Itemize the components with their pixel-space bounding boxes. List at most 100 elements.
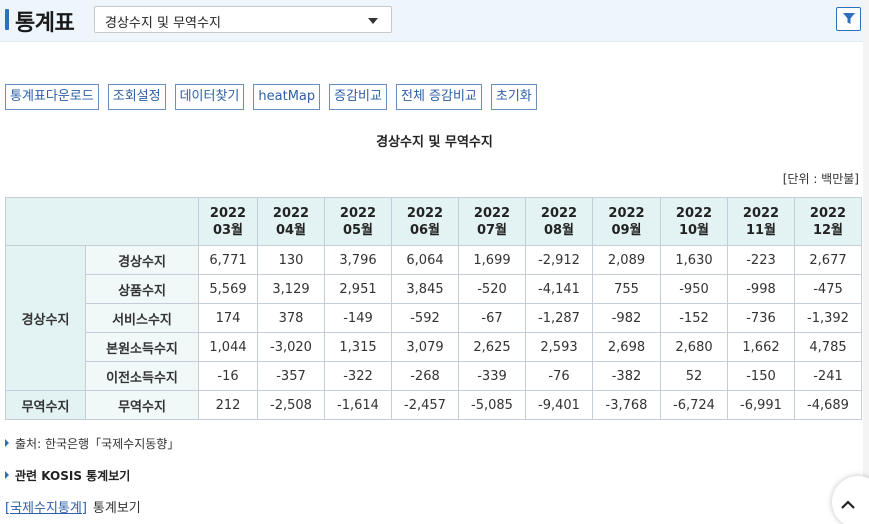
data-cell: -16 bbox=[198, 361, 258, 391]
data-cell: 6,064 bbox=[391, 245, 459, 275]
data-cell: 1,044 bbox=[198, 332, 258, 362]
data-cell: -1,614 bbox=[324, 390, 392, 420]
row-label: 경상수지 bbox=[85, 245, 199, 275]
data-cell: 378 bbox=[257, 303, 325, 333]
table-row: 본원소득수지 1,044 -3,020 1,315 3,079 2,625 2,… bbox=[6, 332, 862, 362]
column-header: 2022 11월 bbox=[727, 197, 795, 246]
data-cell: 2,951 bbox=[324, 274, 392, 304]
row-label: 이전소득수지 bbox=[85, 361, 199, 391]
data-cell: 2,625 bbox=[458, 332, 526, 362]
toolbar: 통계표다운로드 조회설정 데이터찾기 heatMap 증감비교 전체 증감비교 … bbox=[5, 84, 546, 110]
table-row: 서비스수지 174 378 -149 -592 -67 -1,287 -982 … bbox=[6, 303, 862, 333]
column-header: 2022 10월 bbox=[660, 197, 728, 246]
title-accent-bar bbox=[5, 9, 9, 30]
column-header: 2022 08월 bbox=[525, 197, 593, 246]
table-row: 이전소득수지 -16 -357 -322 -268 -339 -76 -382 … bbox=[6, 361, 862, 391]
statistics-table: 2022 03월 2022 04월 2022 05월 2022 06월 2022 07월 … bbox=[5, 197, 862, 420]
data-cell: 4,785 bbox=[794, 332, 862, 362]
compare-change-button[interactable]: 증감비교 bbox=[329, 84, 387, 110]
data-cell: 3,845 bbox=[391, 274, 459, 304]
data-cell: -3,020 bbox=[257, 332, 325, 362]
find-data-button[interactable]: 데이터찾기 bbox=[174, 84, 245, 110]
header-row: 2022 03월 2022 04월 2022 05월 2022 06월 2022 07월 … bbox=[5, 197, 862, 246]
data-cell: -6,724 bbox=[660, 390, 728, 420]
filter-button[interactable] bbox=[836, 7, 861, 31]
column-header: 2022 06월 bbox=[391, 197, 459, 246]
table-title: 경상수지 및 무역수지 bbox=[376, 135, 493, 150]
page-title: 통계표 bbox=[15, 11, 75, 36]
row-label: 무역수지 bbox=[85, 390, 199, 420]
page-header: 통계표 경상수지 및 무역수지 bbox=[0, 0, 869, 42]
data-cell: -6,991 bbox=[727, 390, 795, 420]
column-header: 2022 12월 bbox=[794, 197, 862, 246]
column-header: 2022 03월 bbox=[198, 197, 258, 246]
data-cell: -2,457 bbox=[391, 390, 459, 420]
data-cell: -520 bbox=[458, 274, 526, 304]
data-cell: -223 bbox=[727, 245, 795, 275]
table-row: 무역수지 무역수지 212 -2,508 -1,614 -2,457 -5,08… bbox=[5, 390, 862, 420]
data-cell: -950 bbox=[660, 274, 728, 304]
data-cell: -150 bbox=[727, 361, 795, 391]
data-cell: 1,699 bbox=[458, 245, 526, 275]
data-cell: -152 bbox=[660, 303, 728, 333]
chevron-down-icon bbox=[368, 18, 378, 24]
data-cell: 755 bbox=[592, 274, 661, 304]
chevron-up-icon bbox=[841, 500, 855, 509]
data-cell: -5,085 bbox=[458, 390, 526, 420]
column-header: 2022 09월 bbox=[592, 197, 661, 246]
data-cell: -982 bbox=[592, 303, 661, 333]
group-label: 경상수지 bbox=[5, 245, 86, 391]
related-stats-entry: [국제수지통계] 통계보기 bbox=[5, 497, 141, 516]
table-select-dropdown[interactable]: 경상수지 및 무역수지 bbox=[94, 6, 392, 33]
scroll-top-button[interactable] bbox=[832, 476, 869, 524]
data-cell: -67 bbox=[458, 303, 526, 333]
related-stats-link[interactable]: [국제수지통계] bbox=[5, 501, 87, 516]
data-cell: 1,662 bbox=[727, 332, 795, 362]
row-label: 서비스수지 bbox=[85, 303, 199, 333]
data-cell: -475 bbox=[794, 274, 862, 304]
data-cell: -3,768 bbox=[592, 390, 661, 420]
data-cell: 2,089 bbox=[592, 245, 661, 275]
data-cell: 5,569 bbox=[198, 274, 258, 304]
data-cell: -4,141 bbox=[525, 274, 593, 304]
scrollbar-track[interactable] bbox=[863, 0, 869, 524]
data-cell: 6,771 bbox=[198, 245, 258, 275]
data-cell: -4,689 bbox=[794, 390, 862, 420]
data-cell: -736 bbox=[727, 303, 795, 333]
column-header: 2022 04월 bbox=[257, 197, 325, 246]
data-cell: 3,796 bbox=[324, 245, 392, 275]
reset-button[interactable]: 초기화 bbox=[490, 84, 537, 110]
data-cell: -339 bbox=[458, 361, 526, 391]
table-row: 경상수지 경상수지 6,771 130 3,796 6,064 1,699 -2… bbox=[5, 245, 862, 391]
data-cell: -592 bbox=[391, 303, 459, 333]
header-corner bbox=[5, 197, 199, 246]
data-cell: 3,129 bbox=[257, 274, 325, 304]
compare-all-change-button[interactable]: 전체 증감비교 bbox=[395, 84, 482, 110]
data-cell: 3,079 bbox=[391, 332, 459, 362]
data-cell: -149 bbox=[324, 303, 392, 333]
data-cell: 2,698 bbox=[592, 332, 661, 362]
bullet-arrow-icon bbox=[5, 439, 9, 447]
data-cell: -2,508 bbox=[257, 390, 325, 420]
data-cell: 1,315 bbox=[324, 332, 392, 362]
heatmap-button[interactable]: heatMap bbox=[253, 84, 321, 110]
data-cell: 2,593 bbox=[525, 332, 593, 362]
data-cell: 2,680 bbox=[660, 332, 728, 362]
data-cell: -9,401 bbox=[525, 390, 593, 420]
row-label: 본원소득수지 bbox=[85, 332, 199, 362]
column-header: 2022 05월 bbox=[324, 197, 392, 246]
data-cell: -2,912 bbox=[525, 245, 593, 275]
data-cell: -268 bbox=[391, 361, 459, 391]
data-cell: -1,392 bbox=[794, 303, 862, 333]
data-cell: 52 bbox=[660, 361, 728, 391]
data-cell: 2,677 bbox=[794, 245, 862, 275]
query-settings-button[interactable]: 조회설정 bbox=[107, 84, 166, 110]
filter-icon bbox=[843, 13, 855, 24]
data-cell: -322 bbox=[324, 361, 392, 391]
download-table-button[interactable]: 통계표다운로드 bbox=[5, 84, 99, 110]
data-cell: -357 bbox=[257, 361, 325, 391]
data-cell: -382 bbox=[592, 361, 661, 391]
related-stats-suffix: 통계보기 bbox=[92, 501, 141, 516]
data-cell: 1,630 bbox=[660, 245, 728, 275]
related-stats-heading: 관련 KOSIS 통계보기 bbox=[5, 467, 130, 484]
